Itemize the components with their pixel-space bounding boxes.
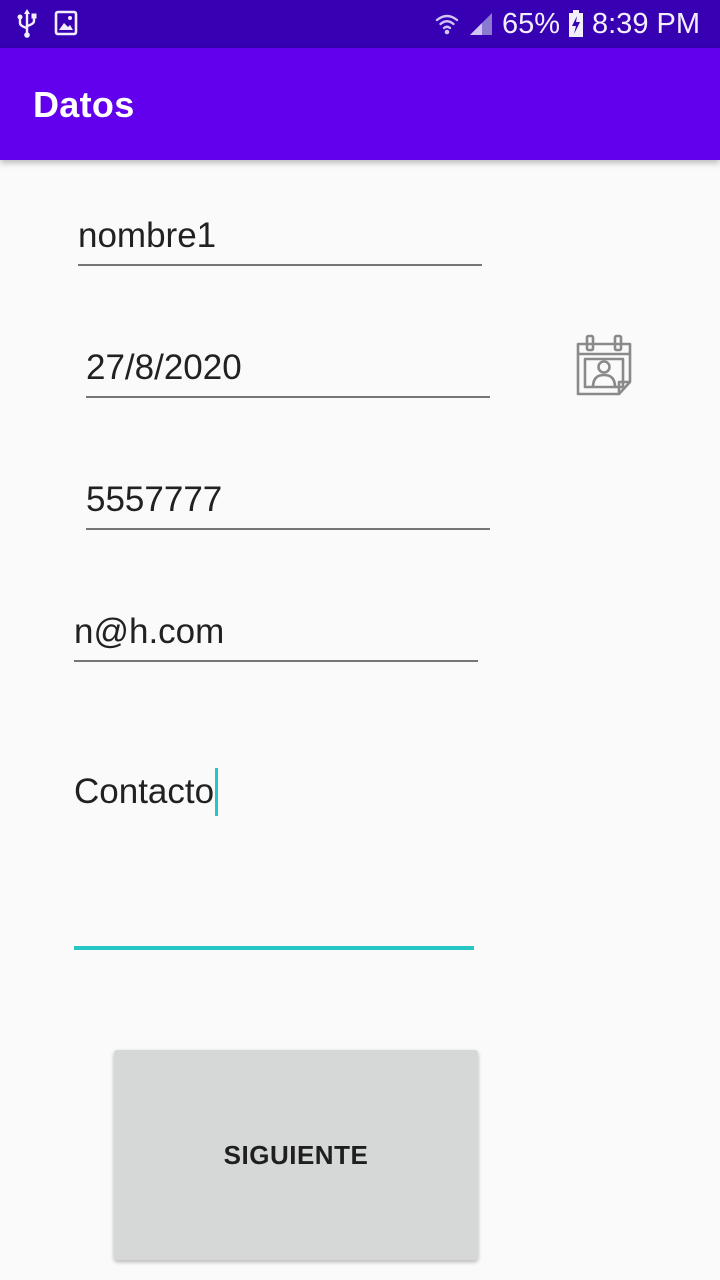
email-field-value: n@h.com [74, 612, 225, 651]
battery-charging-icon [568, 10, 584, 38]
date-field-underline [86, 396, 490, 398]
contact-field-value: Contacto [74, 772, 215, 811]
contact-field-underline [74, 946, 474, 950]
signal-icon [468, 11, 494, 37]
status-left [16, 8, 78, 38]
calendar-button[interactable] [568, 330, 640, 406]
contact-field[interactable]: Contacto [74, 760, 474, 950]
name-field-value: nombre1 [78, 216, 217, 255]
next-button[interactable]: SIGUIENTE [114, 1050, 478, 1260]
email-field[interactable]: n@h.com [74, 602, 478, 662]
wifi-icon [434, 11, 460, 37]
status-time: 8:39 PM [592, 7, 700, 40]
phone-field-underline [86, 528, 490, 530]
phone-field-value: 5557777 [86, 480, 223, 519]
calendar-contact-icon [573, 332, 635, 405]
screen: 65% 8:39 PM Datos nombre1 27/8/2020 5557… [0, 0, 720, 1280]
status-bar: 65% 8:39 PM [0, 0, 720, 48]
contact-field-text: Contacto [74, 768, 219, 816]
text-cursor [215, 768, 219, 816]
phone-field[interactable]: 5557777 [86, 470, 490, 530]
date-field[interactable]: 27/8/2020 [86, 338, 490, 398]
name-field-underline [78, 264, 482, 266]
page-title: Datos [33, 84, 135, 125]
status-right: 65% 8:39 PM [434, 0, 700, 48]
usb-icon [16, 8, 38, 38]
name-field[interactable]: nombre1 [78, 206, 482, 266]
date-field-value: 27/8/2020 [86, 348, 242, 387]
battery-percent: 65% [501, 7, 560, 40]
app-bar: Datos [0, 48, 720, 160]
email-field-underline [74, 660, 478, 662]
image-icon [54, 10, 78, 36]
